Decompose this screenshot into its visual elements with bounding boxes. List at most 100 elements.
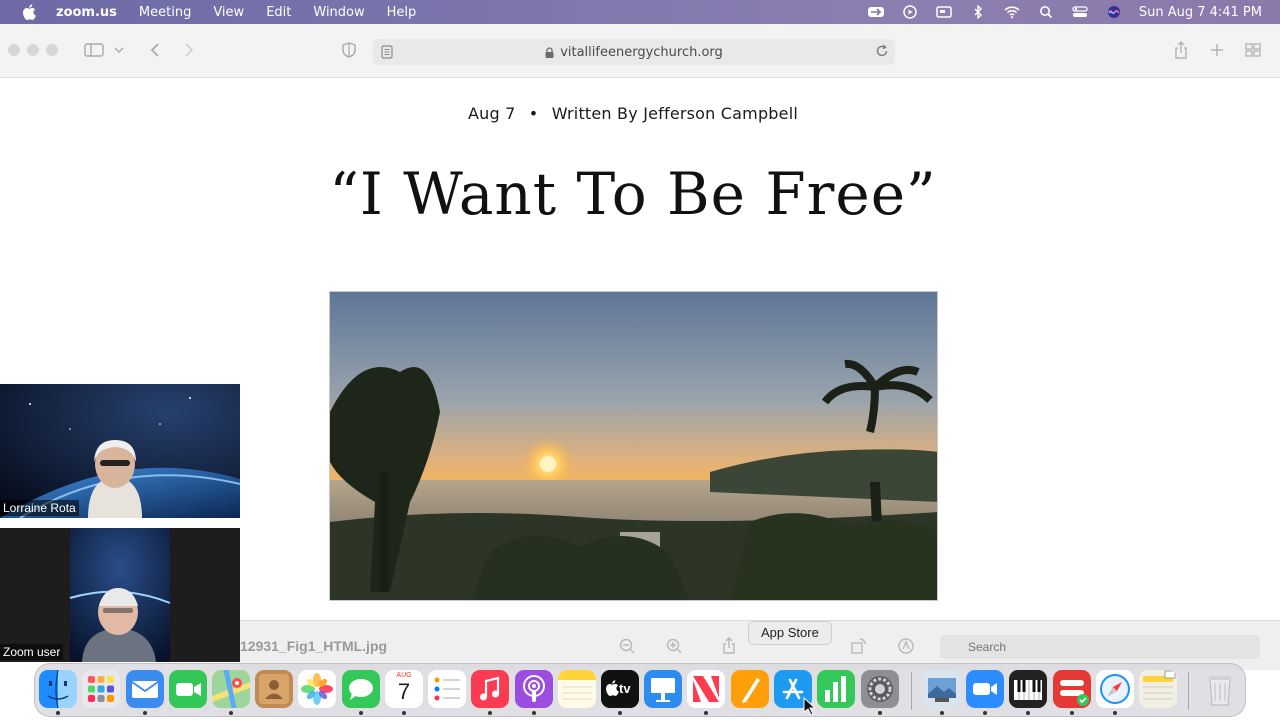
lock-icon [545, 46, 554, 58]
address-bar[interactable]: vitallifeenergychurch.org [373, 39, 895, 65]
tv-label: tv [619, 681, 631, 696]
post-title: “I Want To Be Free” [329, 160, 937, 228]
running-indicator [143, 711, 147, 715]
dock-safari-icon[interactable] [1096, 670, 1134, 708]
apple-icon [606, 680, 619, 696]
menu-bar: zoom.us Meeting View Edit Window Help Su… [0, 0, 1280, 24]
rotate-icon[interactable] [850, 637, 868, 655]
wifi-icon[interactable] [1003, 5, 1021, 19]
dock-tooltip: App Store [748, 621, 832, 645]
status-area: Sun Aug 7 4:41 PM [851, 0, 1280, 24]
dock-facetime-icon[interactable] [169, 670, 207, 708]
sunset-beach-photo [330, 292, 937, 600]
tab-overview-icon[interactable] [1244, 41, 1262, 59]
dock-launchpad-icon[interactable] [82, 670, 120, 708]
mouse-cursor-icon [803, 697, 815, 715]
sidebar-icon[interactable] [84, 41, 104, 59]
running-indicator [56, 711, 60, 715]
search-icon[interactable] [1037, 5, 1055, 19]
siri-icon[interactable] [1105, 5, 1123, 19]
zoom-window-button[interactable] [46, 44, 58, 56]
reload-icon[interactable] [875, 44, 889, 58]
dock-notes-icon[interactable] [558, 670, 596, 708]
bluetooth-icon[interactable] [969, 5, 987, 19]
dock-numbers-icon[interactable] [817, 670, 855, 708]
dock-separator [911, 672, 912, 710]
reader-icon[interactable] [381, 45, 393, 59]
participant-video [0, 528, 240, 662]
running-indicator [229, 711, 233, 715]
minimize-window-button[interactable] [27, 44, 39, 56]
browser-toolbar: vitallifeenergychurch.org [0, 24, 1280, 78]
close-window-button[interactable] [8, 44, 20, 56]
participant-video [0, 384, 240, 518]
back-icon[interactable] [146, 41, 164, 59]
markup-icon[interactable] [897, 637, 915, 655]
menu-window[interactable]: Window [313, 5, 364, 20]
dock-zoom-icon[interactable] [966, 670, 1004, 708]
menu-edit[interactable]: Edit [266, 5, 291, 20]
running-indicator [878, 711, 882, 715]
menu-help[interactable]: Help [387, 5, 417, 20]
running-indicator [359, 711, 363, 715]
dock-contacts-icon[interactable] [255, 670, 293, 708]
dock-tv-icon[interactable]: tv [601, 670, 639, 708]
dock-piano-icon[interactable] [1009, 670, 1047, 708]
dock-pages-icon[interactable] [731, 670, 769, 708]
running-indicator [940, 711, 944, 715]
menu-app-name[interactable]: zoom.us [56, 5, 117, 20]
running-indicator [488, 711, 492, 715]
menu-view[interactable]: View [213, 5, 244, 20]
dock-podcasts-icon[interactable] [515, 670, 553, 708]
calendar-month: AUG [396, 672, 412, 679]
dock-reminders-icon[interactable] [428, 670, 466, 708]
menu-clock[interactable]: Sun Aug 7 4:41 PM [1139, 5, 1262, 20]
zoom-share-icon[interactable] [867, 5, 885, 19]
dock-trash-icon[interactable] [1201, 670, 1239, 708]
participant-name: Lorraine Rota [0, 500, 79, 516]
dock-notes-stack-icon[interactable] [1139, 670, 1177, 708]
zoom-participant-tile[interactable]: Zoom user [0, 528, 240, 662]
screen-icon[interactable] [935, 5, 953, 19]
zoom-in-icon[interactable] [665, 637, 683, 655]
url-text[interactable]: vitallifeenergychurch.org [560, 45, 723, 60]
dock-keynote-icon[interactable] [644, 670, 682, 708]
dock-news-icon[interactable] [687, 670, 725, 708]
zoom-out-icon[interactable] [618, 637, 636, 655]
dock-mail-icon[interactable] [126, 670, 164, 708]
dock-finder-icon[interactable] [39, 670, 77, 708]
dock-music-icon[interactable] [471, 670, 509, 708]
running-indicator [532, 711, 536, 715]
menu-meeting[interactable]: Meeting [139, 5, 191, 20]
zoom-participant-tile[interactable]: Lorraine Rota [0, 384, 240, 518]
post-byline: Aug 7 • Written By Jefferson Campbell [0, 104, 1266, 123]
privacy-shield-icon[interactable] [340, 41, 358, 59]
play-circle-icon[interactable] [901, 5, 919, 19]
dock: AUG 7 tv [34, 663, 1246, 717]
running-indicator [983, 711, 987, 715]
forward-icon[interactable] [180, 41, 198, 59]
dock-system-preferences-icon[interactable] [861, 670, 899, 708]
dock-messages-icon[interactable] [342, 670, 380, 708]
apple-icon[interactable] [22, 4, 36, 20]
control-center-icon[interactable] [1071, 5, 1089, 19]
share-icon[interactable] [1172, 41, 1190, 59]
running-indicator [618, 711, 622, 715]
post-author[interactable]: Written By Jefferson Campbell [552, 104, 798, 123]
dock-maps-icon[interactable] [212, 670, 250, 708]
share-icon[interactable] [720, 637, 738, 655]
dock-calendar-icon[interactable]: AUG 7 [385, 670, 423, 708]
participant-name: Zoom user [0, 644, 64, 660]
calendar-day: 7 [397, 679, 411, 704]
running-indicator [1026, 711, 1030, 715]
running-indicator [402, 711, 406, 715]
dock-preview-icon[interactable] [923, 670, 961, 708]
preview-search-input[interactable] [940, 635, 1260, 659]
post-date: Aug 7 [467, 104, 516, 123]
dock-photos-icon[interactable] [298, 670, 336, 708]
new-tab-icon[interactable] [1208, 41, 1226, 59]
chevron-down-icon[interactable] [112, 41, 126, 59]
preview-filename: 12931_Fig1_HTML.jpg [240, 638, 388, 654]
dock-separator [1188, 672, 1189, 710]
dock-remote-desktop-icon[interactable] [1053, 670, 1091, 708]
